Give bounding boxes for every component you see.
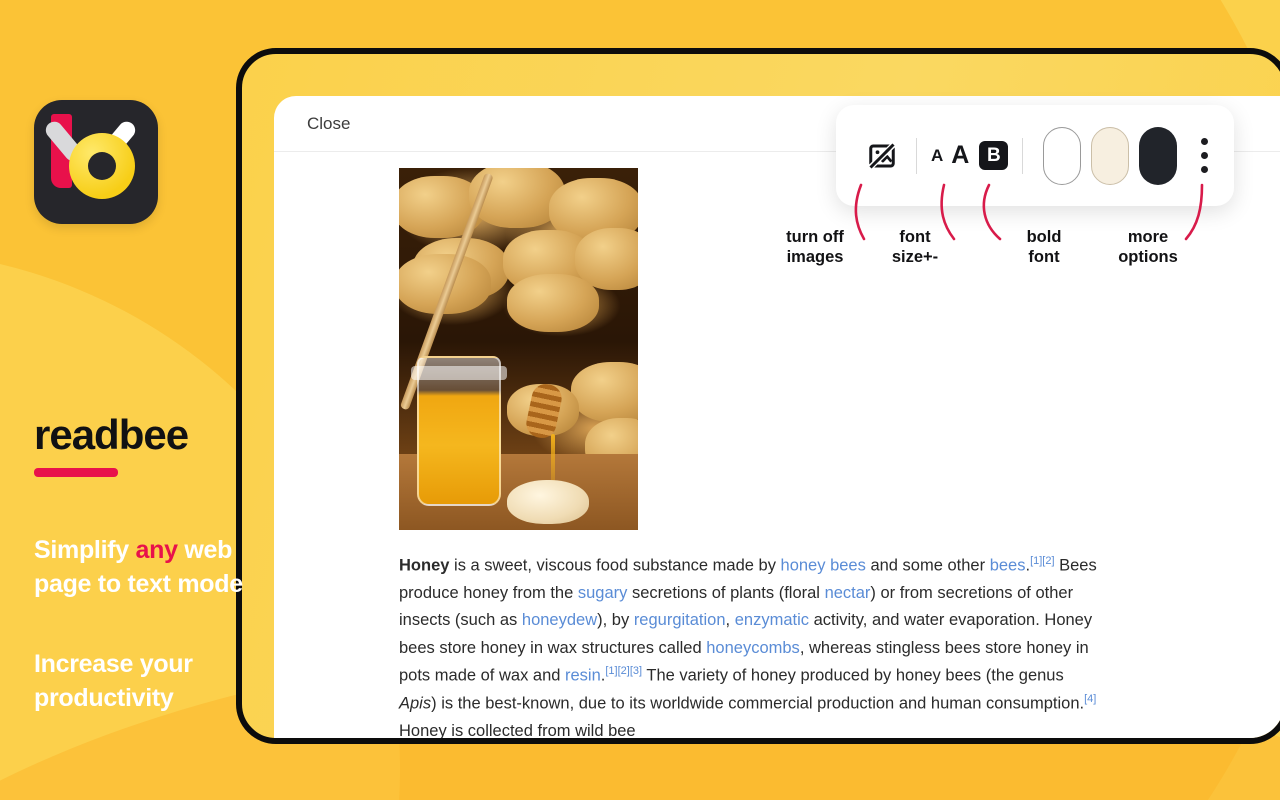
figure-jar-lid — [411, 366, 507, 380]
article-text: secretions of plants (floral — [627, 583, 825, 602]
theme-selector — [1043, 126, 1178, 185]
tagline-primary: Simplify any web page to text mode — [34, 533, 244, 601]
bold-font-button[interactable]: B — [979, 141, 1009, 170]
article-genus-term: Apis — [399, 694, 432, 713]
article-link[interactable]: sugary — [578, 584, 628, 602]
font-size-increase-button[interactable]: A — [951, 141, 969, 170]
article-lead-term: Honey — [399, 556, 450, 575]
article-content: Honey is a sweet, viscous food substance… — [274, 152, 1280, 740]
article-text: and some other — [865, 556, 990, 575]
article-link[interactable]: nectar — [825, 584, 871, 602]
logo-ring-icon — [69, 133, 135, 199]
article-paragraph: Honey is a sweet, viscous food substance… — [399, 552, 1099, 740]
image-off-icon — [867, 141, 897, 170]
tagline-part-a: Simplify — [34, 536, 136, 564]
brand-wordmark: readbee — [34, 411, 189, 458]
article-image — [399, 168, 638, 530]
more-vertical-icon-dot — [1200, 152, 1208, 159]
toolbar-divider — [916, 137, 917, 174]
article-text: The variety of honey produced by honey b… — [642, 666, 1064, 685]
article-link[interactable]: bees — [990, 557, 1026, 575]
article-link[interactable]: resin — [565, 667, 601, 685]
figure-biscuit — [571, 362, 638, 422]
article-reference[interactable]: [4] — [1084, 693, 1096, 705]
tagline-secondary: Increase your productivity — [34, 650, 193, 712]
article-text: ), by — [597, 611, 634, 630]
article-reference[interactable]: [1][2][3] — [605, 665, 642, 677]
promo-column: readbee Simplify any web page to text mo… — [34, 100, 244, 715]
more-vertical-icon-dot — [1200, 166, 1208, 173]
brand-underline — [34, 468, 118, 477]
theme-dark-button[interactable] — [1139, 126, 1178, 185]
article-link[interactable]: honey bees — [781, 557, 866, 575]
figure-split-biscuit — [507, 480, 589, 524]
article-reference[interactable]: [1] — [1030, 555, 1042, 567]
article-text: , — [725, 611, 735, 630]
figure-biscuit — [507, 274, 599, 332]
more-vertical-icon-dot — [1200, 138, 1208, 145]
promo-screenshot: readbee Simplify any web page to text mo… — [0, 0, 1280, 800]
article-link[interactable]: honeycombs — [706, 639, 800, 657]
reader-toolbar: A A B — [836, 105, 1234, 206]
article-text: ) is the best-known, due to its worldwid… — [431, 694, 1085, 713]
turn-off-images-button[interactable] — [862, 136, 902, 176]
article-reference[interactable]: [2] — [1042, 555, 1054, 567]
article-text: is a sweet, viscous food substance made … — [449, 556, 781, 575]
toolbar-divider — [1022, 137, 1024, 174]
article-link[interactable]: regurgitation — [634, 611, 726, 629]
theme-sepia-button[interactable] — [1091, 126, 1130, 185]
article-link[interactable]: honeydew — [522, 611, 597, 629]
article-text: Honey is collected from wild bee — [399, 721, 636, 740]
close-button[interactable]: Close — [307, 114, 350, 134]
readbee-logo-icon — [34, 100, 158, 224]
article-link[interactable]: enzymatic — [735, 611, 809, 629]
more-options-button[interactable] — [1191, 133, 1217, 179]
font-size-decrease-button[interactable]: A — [931, 146, 943, 166]
tagline-highlight: any — [135, 536, 178, 564]
theme-light-button[interactable] — [1043, 126, 1082, 185]
